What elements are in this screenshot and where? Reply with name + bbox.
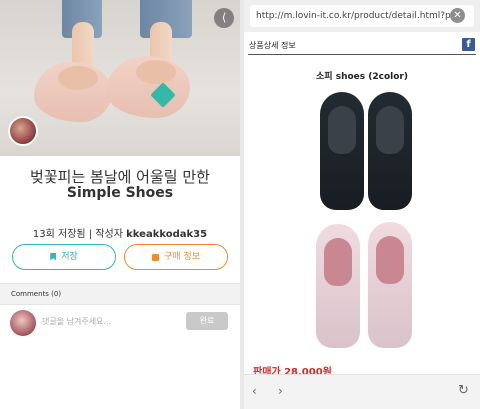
browser-nav-bar: ‹ › ↻ xyxy=(244,374,480,409)
url-field[interactable]: http://m.lovin-it.co.kr/product/detail.h… xyxy=(250,5,474,27)
shoe-opening xyxy=(324,238,352,286)
lock-icon xyxy=(152,254,159,261)
url-bar: http://m.lovin-it.co.kr/product/detail.h… xyxy=(244,0,480,32)
shoe-opening xyxy=(376,236,404,284)
comment-input[interactable]: 댓글을 남겨주세요... xyxy=(42,313,172,331)
product-title: 소피 shoes (2color) xyxy=(316,72,408,82)
post-panel: ⟨ 벚꽃피는 봄날에 어울릴 만한 Simple Shoes 13회 저장됨 |… xyxy=(0,0,240,409)
reload-icon[interactable]: ↻ xyxy=(458,383,469,398)
share-icon[interactable]: ⟨ xyxy=(214,8,234,28)
product-shoe-black-left xyxy=(320,92,364,210)
product-shoe-black-right xyxy=(368,92,412,210)
shoe-photo-left-opening xyxy=(58,66,98,90)
shoe-opening xyxy=(328,106,356,154)
commenter-avatar xyxy=(10,310,36,336)
forward-icon[interactable]: › xyxy=(278,384,283,398)
comments-header: Comments (0) xyxy=(0,283,240,305)
post-photo: ⟨ xyxy=(0,0,240,156)
section-title: 상품상세 정보 xyxy=(249,41,296,50)
shoe-opening xyxy=(376,106,404,154)
post-meta: 13회 저장됨 | 작성자 kkeakkodak35 xyxy=(0,225,240,240)
buy-info-button[interactable]: 구매 정보 xyxy=(124,244,228,270)
back-icon[interactable]: ‹ xyxy=(252,384,257,398)
save-count: 13회 저장됨 | 작성자 xyxy=(32,229,123,240)
bookmark-icon xyxy=(50,252,57,261)
post-title-line2: Simple Shoes xyxy=(66,185,174,201)
close-icon[interactable]: ✕ xyxy=(450,8,465,23)
save-button[interactable]: 저장 xyxy=(12,244,116,270)
buy-info-label: 구매 정보 xyxy=(164,252,200,262)
browser-panel: http://m.lovin-it.co.kr/product/detail.h… xyxy=(244,0,480,409)
left-empty-area xyxy=(0,340,240,409)
section-divider xyxy=(248,54,476,55)
product-shoe-pink-left xyxy=(316,224,360,348)
author-avatar[interactable] xyxy=(8,116,38,146)
author-name[interactable]: kkeakkodak35 xyxy=(126,229,207,240)
shoe-photo-right-opening xyxy=(136,60,176,84)
comment-submit-button[interactable]: 완료 xyxy=(186,312,228,330)
product-shoe-pink-right xyxy=(368,222,412,348)
post-title-line1: 벚꽃피는 봄날에 어울릴 만한 xyxy=(30,168,210,186)
screenshot-root: ⟨ 벚꽃피는 봄날에 어울릴 만한 Simple Shoes 13회 저장됨 |… xyxy=(0,0,480,409)
save-button-label: 저장 xyxy=(61,252,78,262)
facebook-icon[interactable]: f xyxy=(462,38,475,51)
